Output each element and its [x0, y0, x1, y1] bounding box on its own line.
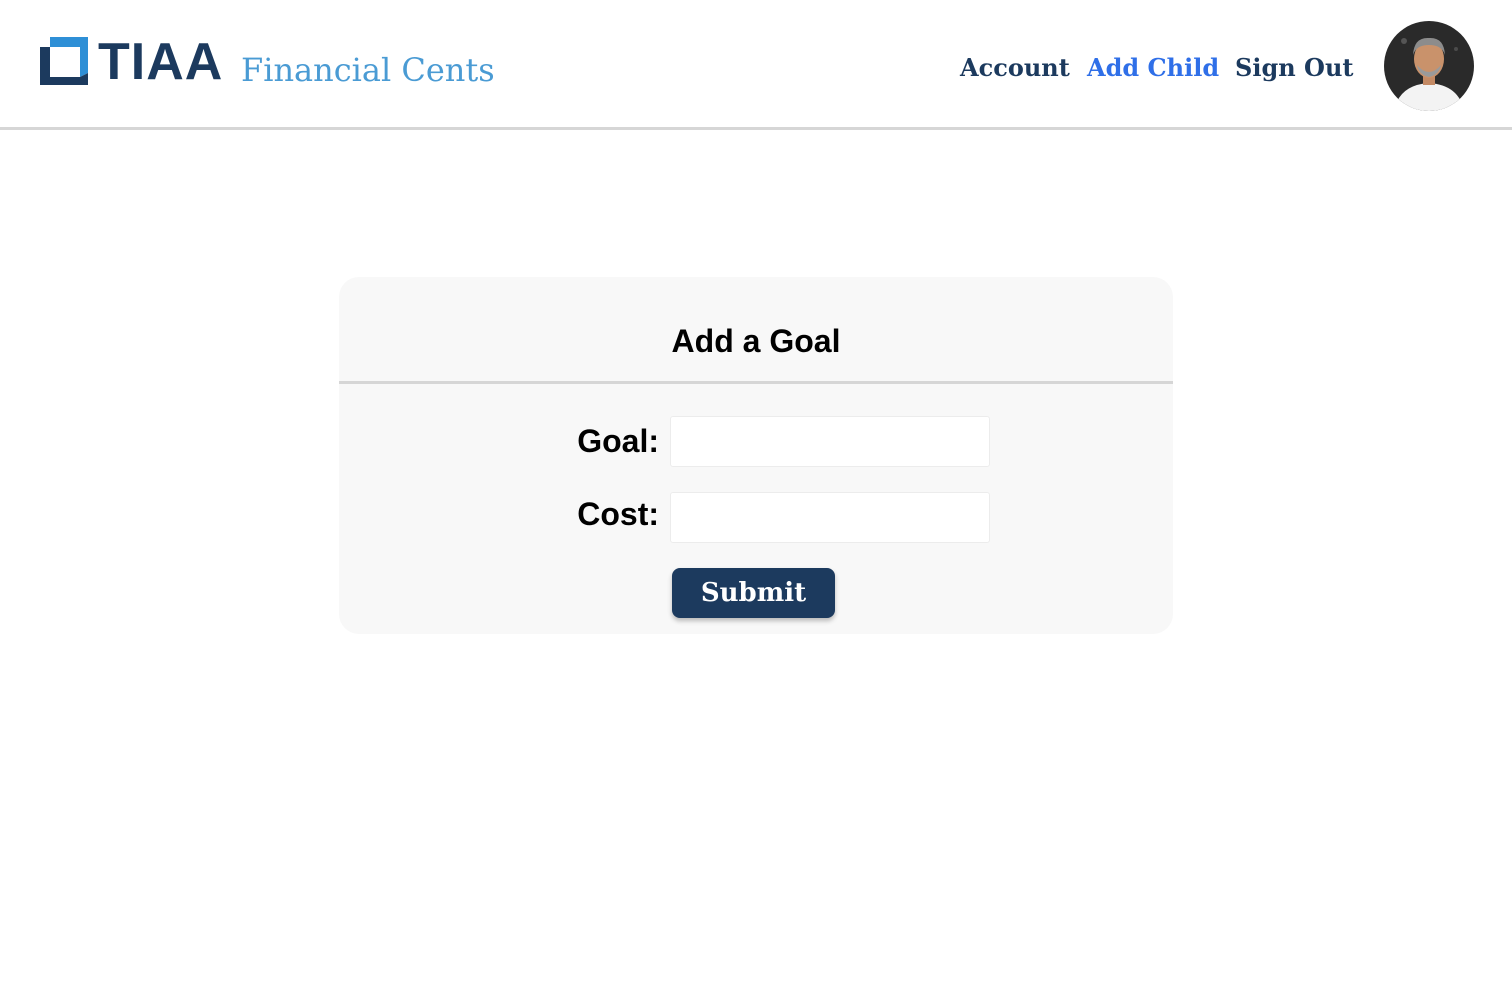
nav-account-link[interactable]: Account	[960, 48, 1070, 88]
tiaa-logo[interactable]: TIAA	[40, 36, 223, 88]
tiaa-logo-icon	[40, 37, 90, 87]
cost-label: Cost:	[577, 496, 659, 532]
goal-label: Goal:	[577, 423, 659, 459]
user-avatar[interactable]	[1384, 21, 1474, 111]
form-title: Add a Goal	[671, 323, 841, 359]
nav-sign-out-link[interactable]: Sign Out	[1235, 48, 1353, 88]
goal-input[interactable]	[670, 416, 990, 467]
top-header: TIAA Financial Cents Account Add Child S…	[0, 0, 1512, 130]
title-divider	[339, 381, 1173, 384]
nav-add-child-link[interactable]: Add Child	[1087, 48, 1219, 88]
app-title: Financial Cents	[241, 51, 495, 89]
cost-input[interactable]	[670, 492, 990, 543]
logo-wordmark: TIAA	[98, 33, 224, 91]
add-goal-card: Add a Goal Goal: Cost: Submit	[339, 277, 1173, 634]
submit-button[interactable]: Submit	[672, 568, 835, 618]
